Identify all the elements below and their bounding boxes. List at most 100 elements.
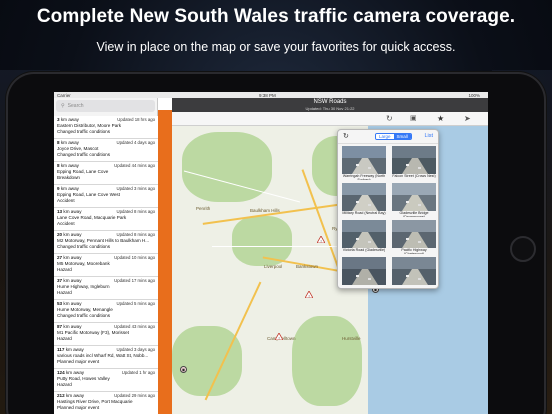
camera-tile[interactable]: Pacific Highway (Chatswood)	[392, 220, 436, 254]
incident-updated: Updated 43 mins ago	[114, 324, 155, 329]
camera-caption: Military Road (Neutral Bay)	[342, 211, 386, 215]
incident-event: Hazard	[57, 336, 72, 341]
refresh-icon[interactable]: ↻	[343, 132, 349, 140]
incident-updated: Updated 10 mins ago	[114, 255, 155, 260]
incident-event: Planned major event	[57, 405, 100, 410]
incident-updated: Updated 1 hr ago	[121, 370, 155, 375]
segment-large[interactable]: Large	[376, 134, 394, 139]
incident-row[interactable]: 8 km away Updated 44 mins ago Epping Road,…	[54, 162, 158, 185]
list-button[interactable]: List	[424, 133, 433, 139]
incident-row[interactable]: 27 km away Updated 10 mins ago M5 Motorway…	[54, 254, 158, 277]
incident-row[interactable]: 9 km away Updated 3 mins ago Epping Road, …	[54, 185, 158, 208]
incident-event: Hazard	[57, 382, 72, 387]
search-input[interactable]: ⚲ Search	[56, 100, 155, 112]
incident-event: Hazard	[57, 290, 72, 295]
incident-row[interactable]: 8 km away Updated 4 days ago Joyce Drive, …	[54, 139, 158, 162]
camera-snapshot	[392, 220, 436, 248]
carrier-label: Carrier	[57, 92, 71, 98]
incident-row[interactable]: 87 km away Updated 43 mins ago M1 Pacific …	[54, 323, 158, 346]
star-icon[interactable]: ★	[437, 114, 444, 124]
svg-text:!: !	[278, 335, 279, 340]
camera-caption: Victoria Road (Gladesville)	[342, 248, 386, 252]
camera-snapshot	[342, 183, 386, 211]
nav-subtitle: Updated: Thu 30 Nov 21:22	[305, 106, 355, 111]
nav-title: NSW Roads	[313, 99, 347, 105]
incident-updated: Updated 3 days ago	[116, 347, 155, 352]
incident-event: Accident	[57, 221, 75, 226]
park-area	[232, 216, 292, 266]
size-segmented-control[interactable]: Large Small	[375, 133, 412, 140]
camera-marker[interactable]: ◉	[180, 366, 187, 373]
camera-tile[interactable]: Military Road (Neutral Bay)	[342, 183, 386, 217]
camera-caption	[342, 285, 386, 288]
incident-event: Breakdown	[57, 175, 80, 180]
camera-snapshot	[392, 183, 436, 211]
incident-sidebar: ⚲ Search 3 km away Updated 18 hrs ago Easte…	[54, 98, 158, 414]
incident-row[interactable]: 20 km away Updated 8 mins ago M2 Motorway,…	[54, 231, 158, 254]
camera-caption: Pacific Highway (Chatswood)	[401, 248, 427, 254]
home-button	[510, 236, 536, 262]
place-label-baulkham: Baulkham Hills	[250, 208, 280, 213]
place-label-penrith: Penrith	[196, 206, 211, 211]
incident-row[interactable]: 3 km away Updated 18 hrs ago Eastern Distr…	[54, 116, 158, 139]
incident-event: Planned major event	[57, 359, 100, 364]
camera-tile[interactable]: Gladesville Bridge (Drummoyne)	[392, 183, 436, 217]
subheadline: View in place on the map or save your fa…	[96, 40, 456, 54]
park-area	[172, 326, 242, 396]
app-screen: Carrier 9:38 PM 100% ⚲ Search 3 km away Up…	[54, 92, 488, 414]
camera-caption: Gladesville Bridge (Drummoyne)	[399, 211, 429, 217]
camera-snapshot	[342, 257, 386, 285]
svg-text:!: !	[320, 238, 321, 243]
incident-updated: Updated 44 mins ago	[114, 163, 155, 168]
refresh-icon[interactable]: ↻	[386, 114, 393, 124]
incident-row[interactable]: 212 km away Updated 29 mins ago Hastings R…	[54, 392, 158, 414]
camera-tile[interactable]: Warringah Freeway (North Sydney)	[342, 146, 386, 180]
location-arrow-icon[interactable]: ➤	[464, 114, 471, 124]
camera-icon[interactable]: ▣	[410, 114, 417, 124]
incident-updated: Updated 3 mins ago	[116, 186, 155, 191]
camera-tile[interactable]	[392, 257, 436, 288]
svg-text:!: !	[308, 293, 309, 298]
camera-snapshot	[342, 146, 386, 174]
incident-row[interactable]: 117 km away Updated 3 days ago various roa…	[54, 346, 158, 369]
headline: Complete New South Wales traffic camera …	[36, 6, 516, 27]
place-label-liverpool: Liverpool	[264, 264, 283, 269]
camera-snapshot	[392, 146, 436, 174]
incident-row[interactable]: 124 km away Updated 1 hr ago Putty Road, H…	[54, 369, 158, 392]
camera-tile[interactable]: Falcon Street (Crows Nest)	[392, 146, 436, 180]
camera-tile[interactable]	[342, 257, 386, 288]
camera-caption: Falcon Street (Crows Nest)	[392, 174, 436, 178]
sidebar-accent-strip	[158, 110, 172, 414]
camera-tile[interactable]: Victoria Road (Gladesville)	[342, 220, 386, 254]
place-label-bankstown: Bankstown	[296, 264, 319, 269]
incident-updated: Updated 18 hrs ago	[117, 117, 155, 122]
hazard-marker[interactable]: !	[317, 236, 325, 243]
incident-event: Changed traffic conditions	[57, 129, 111, 134]
camera-caption	[392, 285, 436, 288]
incident-event: Changed traffic conditions	[57, 152, 111, 157]
segment-small[interactable]: Small	[393, 134, 411, 139]
incident-updated: Updated 17 mins ago	[114, 278, 155, 283]
incident-updated: Updated 8 mins ago	[116, 209, 155, 214]
incident-row[interactable]: 13 km away Updated 8 mins ago Lane Cove Ro…	[54, 208, 158, 231]
clock: 9:38 PM	[259, 92, 276, 98]
hazard-marker[interactable]: !	[275, 333, 283, 340]
incident-row[interactable]: 53 km away Updated 5 mins ago Hume Motorwa…	[54, 300, 158, 323]
park-area	[292, 316, 362, 406]
search-icon: ⚲	[61, 103, 65, 109]
camera-snapshot	[392, 257, 436, 285]
map-toolbar: ↻ ▣ ★ ➤ ⚭ ⓘ	[172, 112, 488, 126]
place-label-hurstville: Hurstville	[342, 336, 361, 341]
camera-popover: ↻ Large Small List Warringah Freeway (No…	[337, 129, 439, 289]
popover-header: ↻ Large Small List	[338, 130, 438, 144]
incident-updated: Updated 4 days ago	[116, 140, 155, 145]
incident-event: Accident	[57, 198, 75, 203]
incident-row[interactable]: 37 km away Updated 17 mins ago Hume Highwa…	[54, 277, 158, 300]
incident-event: Changed traffic conditions	[57, 313, 111, 318]
hazard-marker[interactable]: !	[305, 291, 313, 298]
camera-caption: Warringah Freeway (North Sydney)	[342, 174, 386, 180]
incident-updated: Updated 29 mins ago	[114, 393, 155, 398]
incident-event: Hazard	[57, 267, 72, 272]
map-view[interactable]: Penrith Baulkham Hills Liverpool Banksto…	[172, 126, 488, 414]
incident-list: 3 km away Updated 18 hrs ago Eastern Distr…	[54, 116, 158, 414]
